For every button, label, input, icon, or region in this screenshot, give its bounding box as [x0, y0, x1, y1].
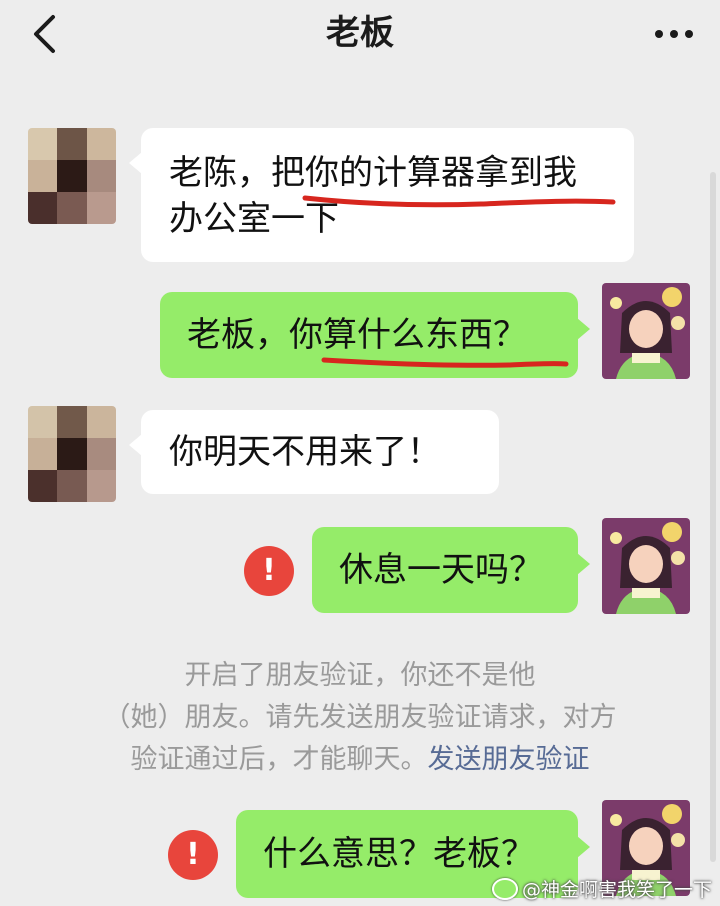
weibo-watermark: @神金啊害我笑了一下: [491, 875, 712, 902]
message-bubble-sent[interactable]: 老板，你算什么东西？: [160, 292, 590, 378]
send-verification-link[interactable]: 发送朋友验证: [428, 744, 590, 775]
message-bubble-received[interactable]: 老陈，把你的计算器拿到我 办公室一下: [129, 128, 634, 262]
message-line: 什么意思？老板？: [263, 834, 535, 874]
ellipsis-icon: [655, 30, 693, 38]
message-line: 你明天不用来了！: [169, 432, 441, 472]
friend-verification-notice: 开启了朋友验证，你还不是他 （她）朋友。请先发送朋友验证请求，对方 验证通过后，…: [70, 655, 650, 781]
boss-avatar[interactable]: [28, 128, 116, 224]
my-avatar[interactable]: [602, 283, 690, 379]
boss-avatar[interactable]: [28, 406, 116, 502]
message-line: 休息一天吗？: [339, 550, 543, 590]
avatar-illustration: [602, 518, 690, 614]
send-failed-icon[interactable]: !: [244, 546, 294, 596]
notice-text: 验证通过后，才能聊天。: [130, 744, 428, 775]
send-failed-icon[interactable]: !: [168, 830, 218, 880]
chat-header: 老板: [0, 0, 720, 78]
message-bubble-received[interactable]: 你明天不用来了！: [129, 410, 499, 494]
scrollbar[interactable]: [710, 172, 716, 862]
more-button[interactable]: [644, 8, 704, 60]
message-line: 老板，你算什么东西？: [187, 315, 527, 355]
notice-line: （她）朋友。请先发送朋友验证请求，对方: [103, 702, 617, 733]
my-avatar[interactable]: [602, 518, 690, 614]
notice-line: 验证通过后，才能聊天。发送朋友验证: [70, 739, 650, 781]
watermark-text: @神金啊害我笑了一下: [521, 879, 712, 901]
chat-title: 老板: [326, 13, 394, 53]
weibo-logo-icon: [491, 877, 518, 900]
avatar-illustration: [602, 283, 690, 379]
notice-line: 开启了朋友验证，你还不是他: [184, 660, 536, 691]
message-bubble-sent[interactable]: 休息一天吗？: [312, 527, 590, 613]
red-underline-annotation: [302, 195, 616, 208]
red-underline-annotation: [321, 357, 569, 368]
